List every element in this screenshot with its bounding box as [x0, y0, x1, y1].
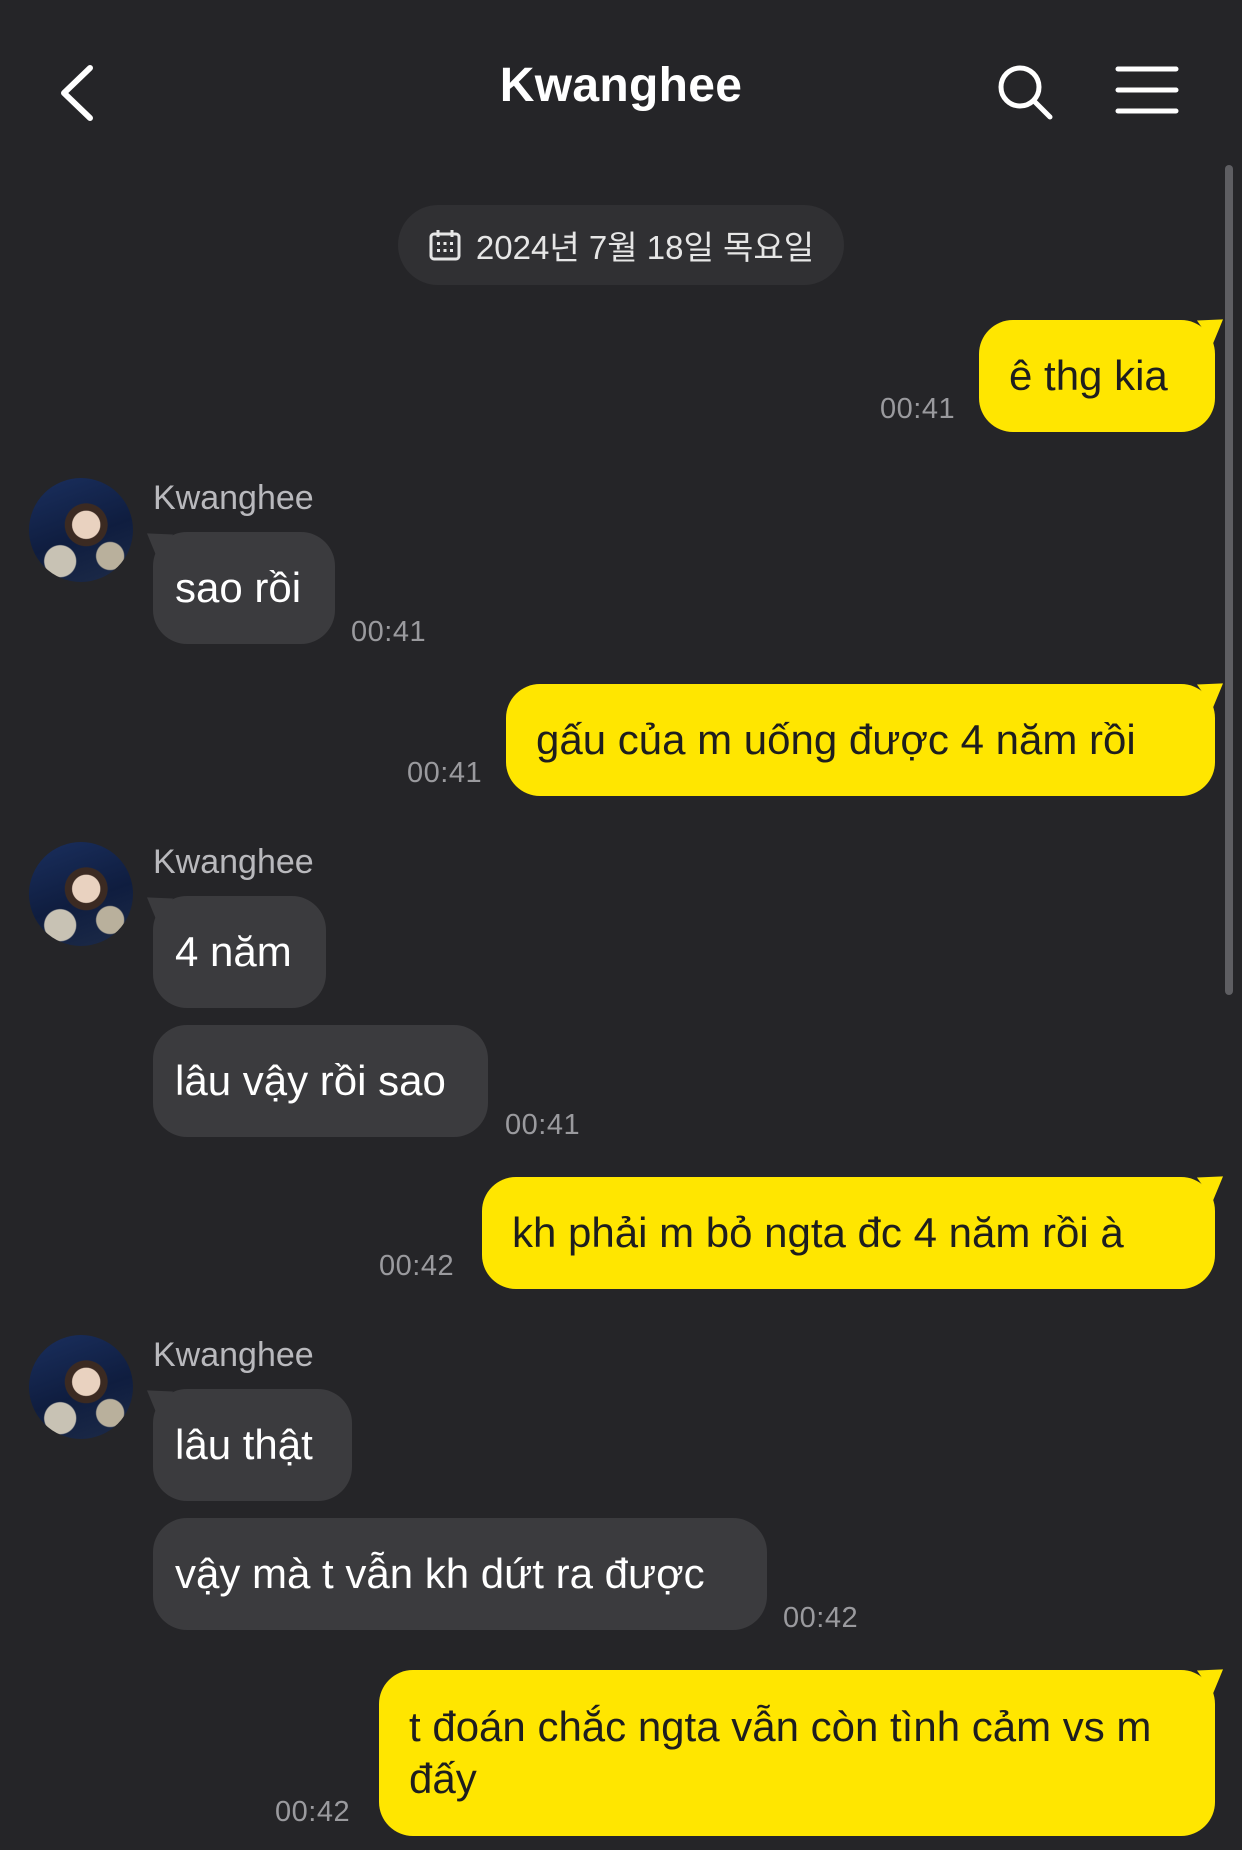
chat-title: Kwanghee: [499, 59, 743, 112]
message-time: 00:42: [275, 1796, 351, 1828]
hamburger-menu-icon: [1115, 66, 1179, 114]
avatar[interactable]: [29, 1335, 133, 1439]
my-message-bubble[interactable]: t đoán chắc ngta vẫn còn tình cảm vs m đ…: [379, 1670, 1215, 1836]
date-text: 2024년 7월 18일 목요일: [475, 229, 815, 266]
calendar-icon: [429, 230, 461, 261]
message-time: 00:41: [407, 757, 483, 789]
scrollbar[interactable]: [1225, 165, 1233, 995]
avatar[interactable]: [29, 478, 133, 582]
menu-button[interactable]: [1115, 64, 1179, 116]
their-message-bubble[interactable]: vậy mà t vẫn kh dứt ra được: [153, 1518, 767, 1630]
message-time: 00:42: [783, 1602, 859, 1634]
search-icon: [998, 65, 1053, 120]
date-divider: 2024년 7월 18일 목요일: [398, 205, 844, 285]
sender-name: Kwanghee: [153, 479, 314, 517]
sender-name: Kwanghee: [153, 1336, 314, 1374]
my-message-bubble[interactable]: ê thg kia: [979, 320, 1215, 432]
my-message-bubble[interactable]: kh phải m bỏ ngta đc 4 năm rồi à: [482, 1177, 1215, 1289]
message-time: 00:41: [880, 393, 956, 425]
search-button[interactable]: [995, 62, 1055, 122]
message-time: 00:42: [379, 1250, 455, 1282]
chat-header: Kwanghee: [0, 0, 1242, 180]
their-message-bubble[interactable]: 4 năm: [153, 896, 326, 1008]
their-message-bubble[interactable]: sao rồi: [153, 532, 335, 644]
message-time: 00:41: [351, 616, 427, 648]
sender-name: Kwanghee: [153, 843, 314, 881]
their-message-bubble[interactable]: lâu vậy rồi sao: [153, 1025, 488, 1137]
avatar[interactable]: [29, 842, 133, 946]
my-message-bubble[interactable]: gấu của m uống được 4 năm rồi: [506, 684, 1215, 796]
their-message-bubble[interactable]: lâu thật: [153, 1389, 352, 1501]
message-time: 00:41: [505, 1109, 581, 1141]
